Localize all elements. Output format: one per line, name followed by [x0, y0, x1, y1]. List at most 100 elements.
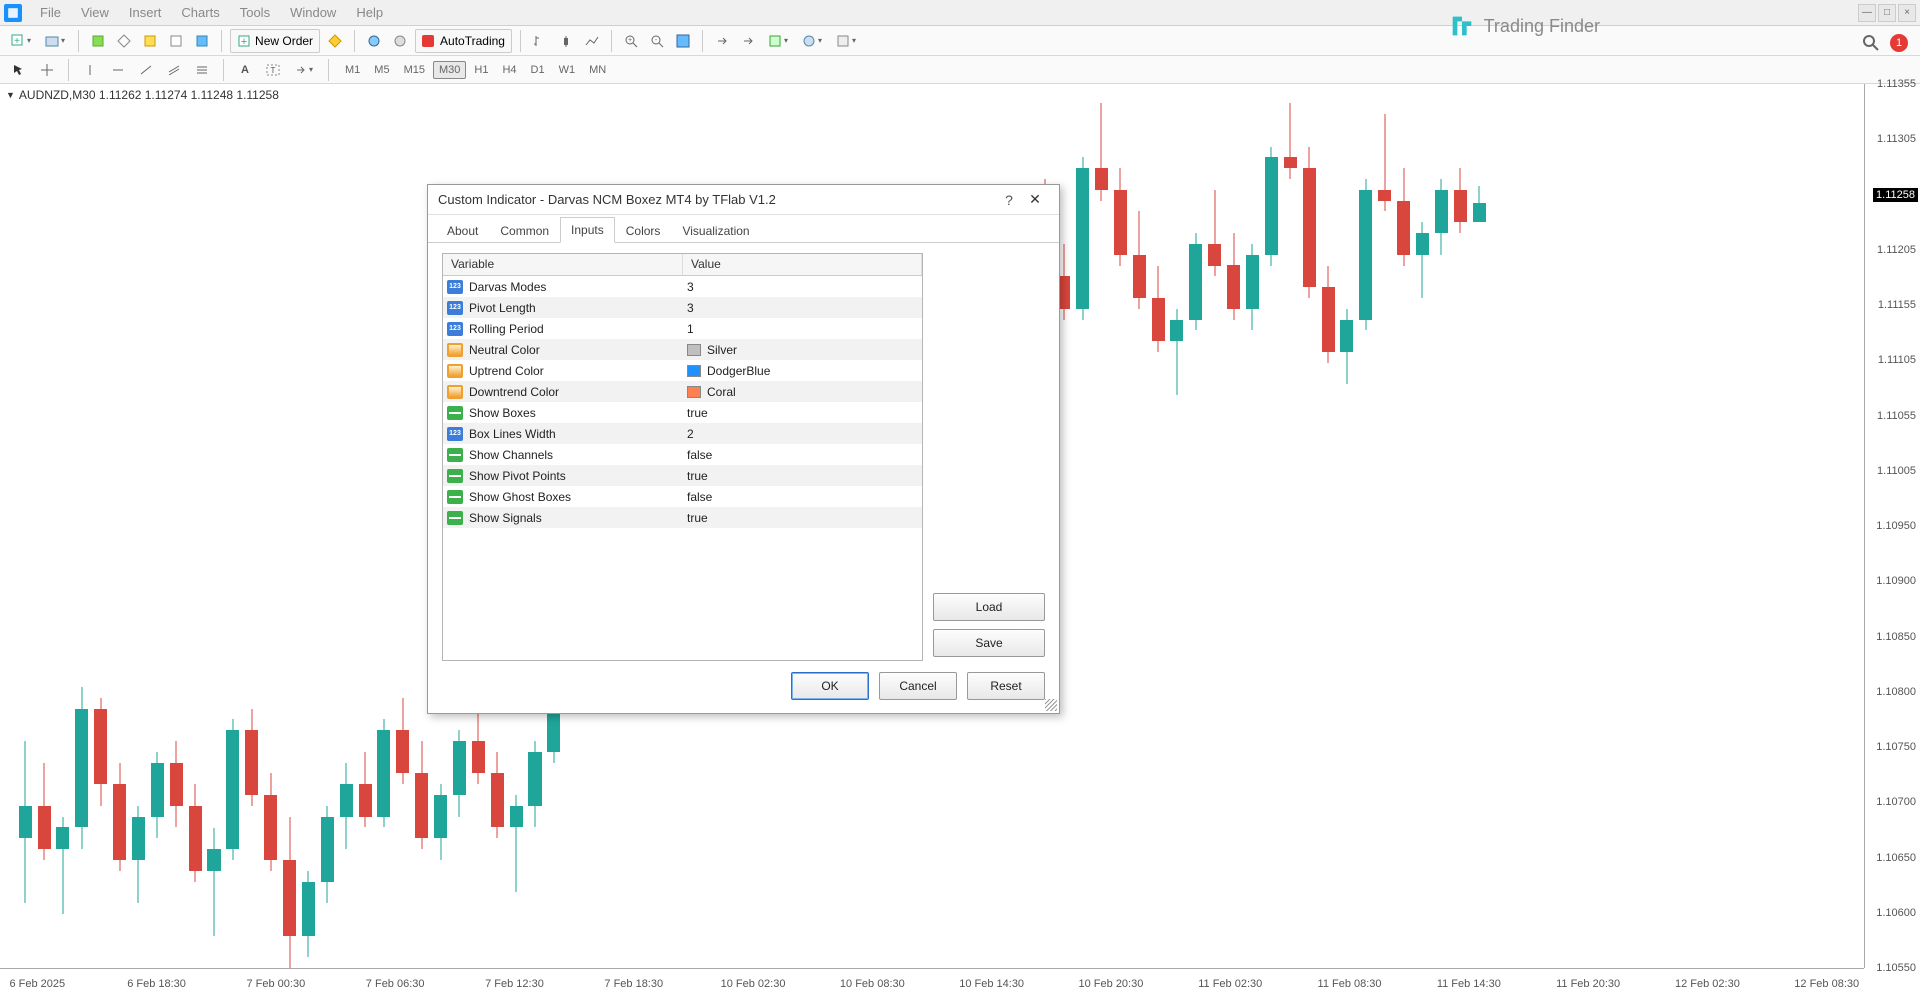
autotrading-label: AutoTrading: [440, 34, 505, 48]
metaquotes-button[interactable]: [324, 30, 346, 52]
auto-scroll-button[interactable]: [672, 30, 694, 52]
main-toolbar: + + New Order AutoTrading + -: [0, 26, 1920, 56]
expert-advisors-button[interactable]: [363, 30, 385, 52]
tab-common[interactable]: Common: [489, 218, 560, 243]
menu-help[interactable]: Help: [346, 5, 393, 20]
minimize-button[interactable]: —: [1858, 4, 1876, 22]
candle: [19, 741, 32, 903]
separator: [221, 30, 222, 52]
profiles-button[interactable]: [40, 30, 70, 52]
close-button[interactable]: ×: [1898, 4, 1916, 22]
input-row[interactable]: 123Darvas Modes3: [443, 276, 922, 297]
menu-file[interactable]: File: [30, 5, 71, 20]
boolean-icon: [447, 406, 463, 420]
dialog-close-button[interactable]: ✕: [1021, 191, 1049, 208]
timeframe-m1[interactable]: M1: [339, 61, 366, 79]
tab-colors[interactable]: Colors: [615, 218, 672, 243]
text-label-button[interactable]: T: [262, 59, 284, 81]
horizontal-line-button[interactable]: [107, 59, 129, 81]
input-row[interactable]: 123Pivot Length3: [443, 297, 922, 318]
terminal-button[interactable]: [165, 30, 187, 52]
new-chart-button[interactable]: +: [6, 30, 36, 52]
crosshair-button[interactable]: [36, 59, 58, 81]
equidistant-channel-button[interactable]: [163, 59, 185, 81]
navigator-button[interactable]: [113, 30, 135, 52]
input-row[interactable]: Show Signals true: [443, 507, 922, 528]
cursor-button[interactable]: [8, 59, 30, 81]
menu-view[interactable]: View: [71, 5, 119, 20]
arrows-button[interactable]: [290, 59, 318, 81]
tab-about[interactable]: About: [436, 218, 489, 243]
market-watch-button[interactable]: [87, 30, 109, 52]
fibonacci-button[interactable]: [191, 59, 213, 81]
zoom-in-button[interactable]: +: [620, 30, 642, 52]
timeframe-h4[interactable]: H4: [496, 61, 522, 79]
timeframe-w1[interactable]: W1: [553, 61, 582, 79]
inputs-table[interactable]: Variable Value 123Darvas Modes3123Pivot …: [442, 253, 923, 661]
options-button[interactable]: [389, 30, 411, 52]
input-value: true: [687, 511, 708, 525]
notification-badge[interactable]: 1: [1890, 34, 1908, 52]
dialog-titlebar[interactable]: Custom Indicator - Darvas NCM Boxez MT4 …: [428, 185, 1059, 215]
load-button[interactable]: Load: [933, 593, 1045, 621]
timeframe-mn[interactable]: MN: [583, 61, 612, 79]
input-name: Neutral Color: [469, 343, 540, 357]
zoom-out-button[interactable]: -: [646, 30, 668, 52]
menu-charts[interactable]: Charts: [171, 5, 229, 20]
tab-inputs[interactable]: Inputs: [560, 217, 615, 243]
input-name: Box Lines Width: [469, 427, 556, 441]
cancel-button[interactable]: Cancel: [879, 672, 957, 700]
tab-visualization[interactable]: Visualization: [671, 218, 760, 243]
templates2-button[interactable]: [831, 30, 861, 52]
color-swatch: [687, 386, 701, 398]
input-row[interactable]: Uptrend ColorDodgerBlue: [443, 360, 922, 381]
input-row[interactable]: Show Pivot Pointstrue: [443, 465, 922, 486]
reset-button[interactable]: Reset: [967, 672, 1045, 700]
line-chart-button[interactable]: [581, 30, 603, 52]
periodicity-button[interactable]: [763, 30, 793, 52]
dialog-help-button[interactable]: ?: [997, 192, 1021, 208]
timeframe-m5[interactable]: M5: [368, 61, 395, 79]
candle: [359, 752, 372, 828]
data-window-button[interactable]: [139, 30, 161, 52]
menu-window[interactable]: Window: [280, 5, 346, 20]
drawing-toolbar: A T M1M5M15M30H1H4D1W1MN: [0, 56, 1920, 84]
text-button[interactable]: A: [234, 59, 256, 81]
new-order-label: New Order: [255, 34, 313, 48]
input-value: 3: [687, 280, 694, 294]
input-row[interactable]: 123Box Lines Width2: [443, 423, 922, 444]
ok-button[interactable]: OK: [791, 672, 869, 700]
time-tick: 11 Feb 08:30: [1318, 978, 1382, 990]
input-name: Show Channels: [469, 448, 553, 462]
chart-shift-button[interactable]: [711, 30, 733, 52]
timeframe-m30[interactable]: M30: [433, 61, 466, 79]
input-row[interactable]: Show Channelsfalse: [443, 444, 922, 465]
input-row[interactable]: 123Rolling Period1: [443, 318, 922, 339]
search-icon[interactable]: [1862, 34, 1880, 52]
timeframe-m15[interactable]: M15: [398, 61, 431, 79]
input-row[interactable]: Show Boxestrue: [443, 402, 922, 423]
input-name: Show Signals: [469, 511, 542, 525]
trendline-button[interactable]: [135, 59, 157, 81]
new-order-button[interactable]: + New Order: [230, 29, 320, 53]
dialog-side-buttons: Load Save: [933, 253, 1045, 661]
timeframe-h1[interactable]: H1: [468, 61, 494, 79]
autotrading-button[interactable]: AutoTrading: [415, 29, 512, 53]
resize-grip[interactable]: [1045, 699, 1057, 711]
vertical-line-button[interactable]: [79, 59, 101, 81]
price-tick: 1.10700: [1876, 796, 1916, 808]
strategy-tester-button[interactable]: [191, 30, 213, 52]
input-row[interactable]: Show Ghost Boxesfalse: [443, 486, 922, 507]
candle-chart-button[interactable]: [555, 30, 577, 52]
menu-tools[interactable]: Tools: [230, 5, 280, 20]
maximize-button[interactable]: □: [1878, 4, 1896, 22]
indicators-button[interactable]: [737, 30, 759, 52]
templates-button[interactable]: [797, 30, 827, 52]
svg-text:-: -: [655, 37, 658, 44]
menu-insert[interactable]: Insert: [119, 5, 172, 20]
bar-chart-button[interactable]: [529, 30, 551, 52]
save-button[interactable]: Save: [933, 629, 1045, 657]
input-row[interactable]: Downtrend ColorCoral: [443, 381, 922, 402]
timeframe-d1[interactable]: D1: [525, 61, 551, 79]
input-row[interactable]: Neutral ColorSilver: [443, 339, 922, 360]
